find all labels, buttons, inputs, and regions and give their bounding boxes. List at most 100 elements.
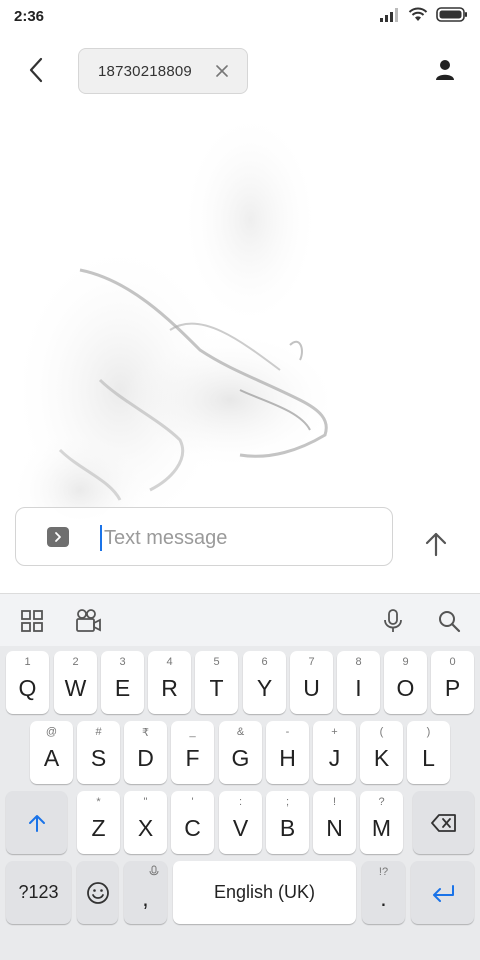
signal-icon [380, 7, 398, 22]
key-p[interactable]: 0P [431, 651, 474, 714]
key-label: T [209, 675, 224, 701]
on-screen-keyboard: 1Q 2W 3E 4R 5T 6Y 7U 8I 9O 0P @ A # S ₹ D _… [0, 593, 480, 960]
key-label: Y [256, 675, 273, 701]
key-q[interactable]: 1Q [6, 651, 49, 714]
comma-label: , [142, 885, 149, 911]
send-button[interactable] [420, 528, 452, 560]
key-label: L [422, 745, 435, 771]
key-hint: 2 [72, 656, 79, 668]
key-label: Z [91, 815, 106, 841]
key-e[interactable]: 3E [101, 651, 144, 714]
key-label: G [231, 745, 250, 771]
period-key[interactable]: !?. [362, 861, 405, 924]
key-k[interactable]: (K [360, 721, 403, 784]
key-v[interactable]: :V [219, 791, 262, 854]
message-compose-box [15, 507, 393, 566]
key-hint: " [143, 796, 148, 808]
microphone-icon [384, 609, 402, 632]
key-s[interactable]: # S [77, 721, 120, 784]
key-h[interactable]: -H [266, 721, 309, 784]
key-hint: 7 [308, 656, 315, 668]
key-hint: 9 [402, 656, 409, 668]
key-m[interactable]: ? M [360, 791, 403, 854]
key-hint: ) [426, 726, 431, 738]
key-a[interactable]: @ A [30, 721, 73, 784]
key-hint: !? [378, 866, 389, 878]
key-y[interactable]: 6Y [243, 651, 286, 714]
key-o[interactable]: 9O [384, 651, 427, 714]
key-b[interactable]: ; B [266, 791, 309, 854]
contact-button[interactable] [432, 56, 458, 84]
enter-key[interactable] [411, 861, 474, 924]
message-input[interactable] [100, 522, 370, 554]
key-label: H [279, 745, 296, 771]
symbols-key[interactable]: ?123 [6, 861, 71, 924]
shift-key[interactable] [6, 791, 67, 854]
key-label: C [184, 815, 201, 841]
key-label: A [43, 745, 60, 771]
symbols-label: ?123 [18, 882, 59, 902]
key-w[interactable]: 2W [54, 651, 97, 714]
key-hint: 8 [355, 656, 362, 668]
backspace-key[interactable] [413, 791, 474, 854]
key-t[interactable]: 5T [195, 651, 238, 714]
voice-input-button[interactable] [379, 607, 407, 635]
search-button[interactable] [435, 607, 463, 635]
wifi-icon [408, 7, 428, 21]
key-r[interactable]: 4R [148, 651, 191, 714]
key-label: O [396, 675, 415, 701]
key-label: P [444, 675, 461, 701]
remove-recipient-button[interactable] [213, 62, 231, 80]
key-u[interactable]: 7U [290, 651, 333, 714]
key-n[interactable]: ! N [313, 791, 356, 854]
key-label: S [90, 745, 107, 771]
shift-arrow-icon [28, 814, 45, 832]
chevron-left-icon [29, 57, 43, 83]
key-l[interactable]: ) L [407, 721, 450, 784]
key-hint: + [331, 726, 338, 738]
key-label: Q [18, 675, 37, 701]
key-label: V [232, 815, 249, 841]
conversation-header: 18730218809 [0, 36, 480, 106]
arrow-up-icon [425, 532, 447, 557]
key-hint: _ [189, 726, 196, 738]
recipient-number: 18730218809 [98, 62, 192, 80]
key-hint: @ [45, 726, 58, 738]
key-hint: ' [191, 796, 194, 808]
key-g[interactable]: & G [219, 721, 262, 784]
key-label: J [328, 745, 341, 771]
key-label: X [137, 815, 154, 841]
smiley-icon [86, 881, 109, 904]
grid-icon [21, 610, 43, 632]
backspace-icon [430, 813, 456, 832]
attach-button[interactable] [47, 527, 69, 547]
keyboard-toolbar [0, 593, 480, 646]
gif-camera-button[interactable] [74, 607, 102, 635]
key-hint: * [96, 796, 101, 808]
key-d[interactable]: ₹ D [124, 721, 167, 784]
close-icon [216, 65, 228, 77]
key-hint: 0 [449, 656, 456, 668]
comma-key[interactable]: , [124, 861, 167, 924]
key-f[interactable]: _ F [171, 721, 214, 784]
video-camera-icon [76, 609, 101, 632]
key-hint: ? [378, 796, 385, 808]
key-x[interactable]: " X [124, 791, 167, 854]
key-hint: ₹ [142, 727, 149, 739]
key-c[interactable]: ' C [171, 791, 214, 854]
key-j[interactable]: + J [313, 721, 356, 784]
key-z[interactable]: * Z [77, 791, 120, 854]
back-button[interactable] [20, 54, 52, 86]
key-i[interactable]: 8I [337, 651, 380, 714]
space-label: English (UK) [213, 882, 316, 902]
space-key[interactable]: English (UK) [173, 861, 356, 924]
key-hint: : [238, 796, 243, 808]
recipient-chip[interactable]: 18730218809 [78, 48, 248, 94]
key-hint: 3 [119, 656, 126, 668]
search-icon [439, 611, 461, 633]
apps-button[interactable] [18, 607, 46, 635]
key-hint: 4 [166, 656, 173, 668]
key-label: U [303, 675, 320, 701]
emoji-key[interactable] [77, 861, 118, 924]
person-icon [436, 60, 454, 80]
